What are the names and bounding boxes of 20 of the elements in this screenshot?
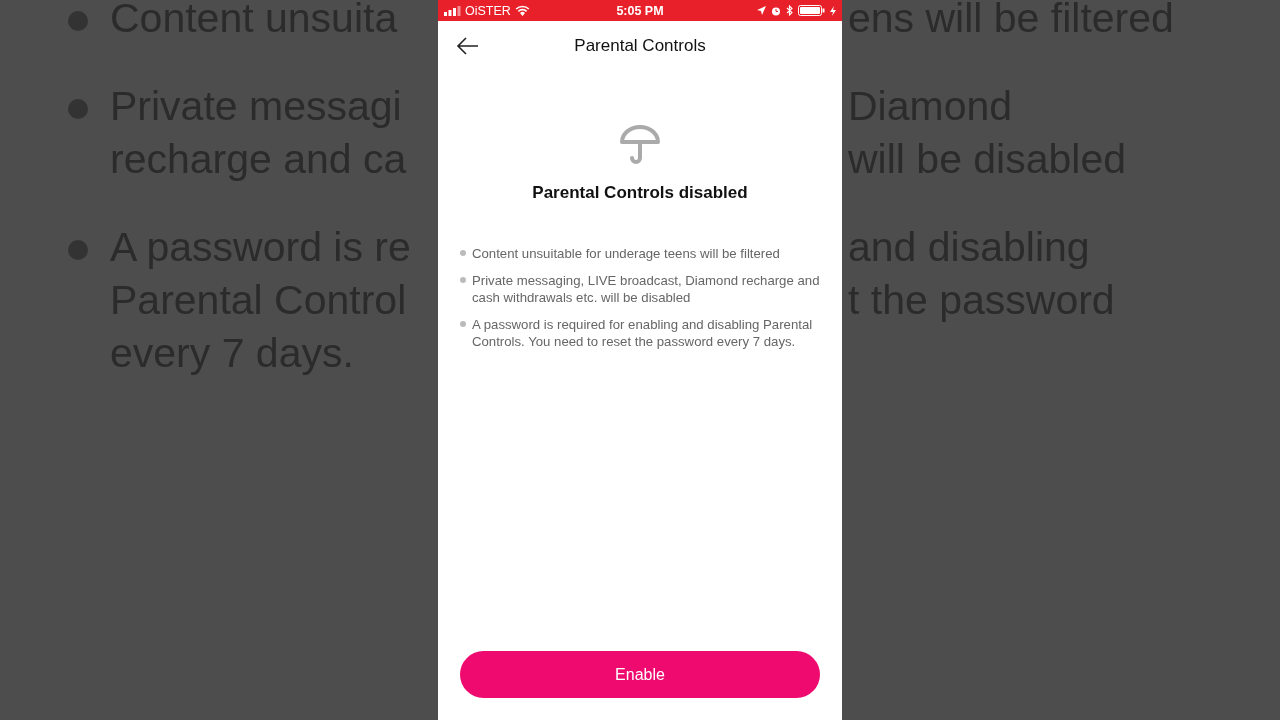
bullet-dot [460,277,466,283]
bluetooth-icon [786,5,793,16]
signal-icon [444,5,461,16]
wifi-icon [514,5,530,16]
info-text: Private messaging, LIVE broadcast, Diamond recharge and cash withdrawals etc. will be disabled [472,272,821,306]
umbrella-icon [620,125,660,165]
bullet-dot [460,321,466,327]
enable-button[interactable]: Enable [460,651,820,698]
carrier-name: OiSTER [465,3,511,18]
status-heading: Parental Controls disabled [532,183,748,203]
back-button[interactable] [456,35,480,57]
bullet-dot [460,250,466,256]
status-time: 5:05 PM [616,3,664,18]
info-text: A password is required for enabling and disabling Parental Controls. You need to reset the password every 7 days. [472,316,814,350]
info-text: Content unsuitable for underage teens will be filtered [472,245,780,262]
alarm-icon [771,5,781,16]
battery-icon [798,5,825,16]
location-icon [757,6,766,15]
page-title: Parental Controls [574,36,706,56]
charging-icon [830,5,836,16]
